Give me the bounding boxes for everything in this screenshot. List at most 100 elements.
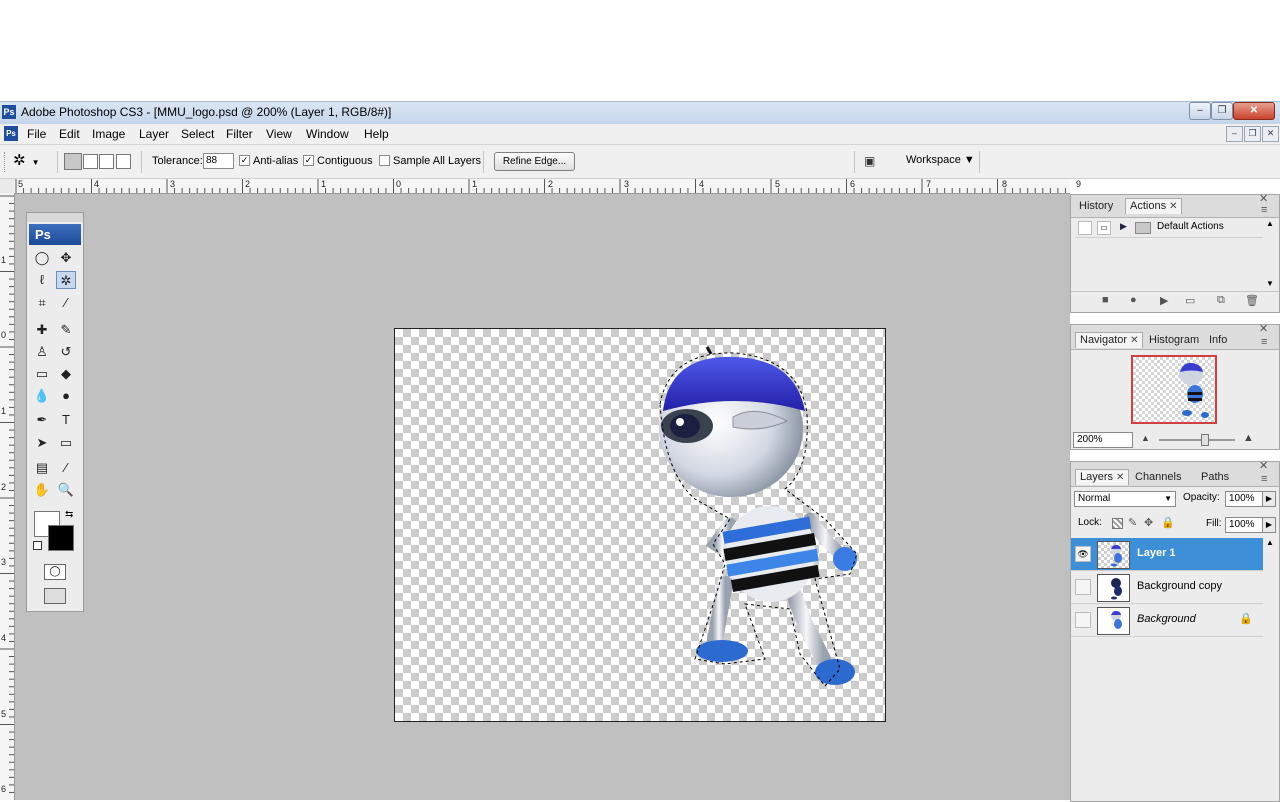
lock-pixels-icon[interactable]: ✎	[1128, 516, 1137, 529]
scroll-up-icon[interactable]: ▲	[1266, 219, 1274, 228]
dialog-toggle-icon[interactable]: ▭	[1097, 221, 1111, 235]
tab-history[interactable]: History	[1075, 199, 1117, 214]
ruler-origin[interactable]	[0, 179, 14, 193]
lasso-icon[interactable]: ℓ	[32, 271, 52, 289]
minimize-window-button[interactable]: –	[1189, 102, 1211, 120]
scroll-down-icon[interactable]: ▼	[1266, 279, 1274, 288]
close-icon[interactable]: ✕	[1116, 472, 1124, 483]
options-grip[interactable]	[4, 152, 8, 172]
clone-stamp-icon[interactable]: ♙	[32, 343, 52, 361]
layer-name[interactable]: Layer 1	[1137, 547, 1176, 559]
zoom-out-icon[interactable]: ▲	[1141, 433, 1150, 443]
expand-triangle-icon[interactable]: ▶	[1120, 221, 1127, 232]
blur-icon[interactable]: 💧	[32, 387, 52, 405]
menu-file[interactable]: File	[27, 126, 46, 142]
quick-mask-icon[interactable]: ◯	[44, 564, 66, 580]
layer-row-layer-1[interactable]: 👁 Layer 1	[1071, 538, 1263, 571]
lock-transparency-icon[interactable]	[1112, 518, 1123, 529]
tab-channels[interactable]: Channels	[1131, 470, 1185, 485]
zoom-in-icon[interactable]: ▲	[1243, 432, 1254, 444]
rectangle-shape-icon[interactable]: ▭	[56, 434, 76, 452]
screen-mode-icon[interactable]	[44, 588, 66, 604]
path-selection-icon[interactable]: ➤	[32, 434, 52, 452]
tab-paths[interactable]: Paths	[1197, 470, 1233, 485]
type-icon[interactable]: T	[56, 411, 76, 429]
layer-row-background-copy[interactable]: Background copy	[1071, 571, 1263, 604]
document-canvas[interactable]	[394, 328, 886, 722]
crop-icon[interactable]: ⌗	[32, 294, 52, 312]
document-minimize-button[interactable]: –	[1226, 126, 1243, 142]
new-action-icon[interactable]: ⧉	[1217, 294, 1225, 307]
anti-alias-checkbox[interactable]: ✓	[239, 155, 250, 166]
color-sampler-icon[interactable]: ⁄	[56, 459, 76, 477]
panel-menu-icon[interactable]: ≡	[1261, 336, 1267, 348]
blend-mode-select[interactable]: Normal ▼	[1074, 491, 1176, 507]
tool-preset-picker[interactable]: ✲ ▼	[13, 151, 51, 171]
fill-slider-arrow[interactable]: ▶	[1262, 517, 1276, 533]
history-brush-icon[interactable]: ↺	[56, 343, 76, 361]
dodge-icon[interactable]: ●	[56, 387, 76, 405]
refine-edge-button[interactable]: Refine Edge...	[494, 152, 575, 171]
scroll-up-icon[interactable]: ▲	[1266, 538, 1274, 547]
eye-icon[interactable]: 👁	[1075, 546, 1091, 562]
navigator-preview[interactable]	[1131, 355, 1217, 424]
horizontal-ruler[interactable]: 5 4 3 2 1 0 1 2 3 4 5 6 7 8 9	[14, 179, 1081, 194]
bridge-icon[interactable]: ▣	[864, 153, 886, 170]
close-icon[interactable]: ✕	[1259, 459, 1268, 472]
vertical-ruler[interactable]: 1 0 1 2 3 4 5 6	[0, 193, 15, 800]
workspace-menu-button[interactable]: Workspace ▼	[906, 154, 975, 166]
menu-filter[interactable]: Filter	[226, 126, 253, 142]
tab-info[interactable]: Info	[1205, 333, 1231, 348]
lock-all-icon[interactable]: 🔒	[1161, 516, 1175, 529]
contiguous-checkbox[interactable]: ✓	[303, 155, 314, 166]
menu-image[interactable]: Image	[92, 126, 125, 142]
intersect-selection-icon[interactable]	[116, 154, 131, 169]
move-icon[interactable]: ✥	[56, 249, 76, 267]
new-set-icon[interactable]: ▭	[1185, 294, 1195, 307]
brush-icon[interactable]: ✎	[56, 321, 76, 339]
toggle-item-checkbox[interactable]	[1078, 221, 1092, 235]
sample-all-layers-checkbox[interactable]	[379, 155, 390, 166]
action-set-row[interactable]: ▭ ▶ Default Actions	[1075, 219, 1263, 238]
layers-scrollbar[interactable]: ▲	[1264, 538, 1276, 638]
toolbox-header[interactable]: Ps	[29, 224, 81, 245]
notes-icon[interactable]: ▤	[32, 459, 52, 477]
menu-view[interactable]: View	[266, 126, 292, 142]
menu-select[interactable]: Select	[181, 126, 214, 142]
layer-row-background[interactable]: Background 🔒	[1071, 604, 1263, 637]
menu-help[interactable]: Help	[364, 126, 389, 142]
document-restore-button[interactable]: ❐	[1244, 126, 1261, 142]
paint-bucket-icon[interactable]: ◆	[56, 365, 76, 383]
magic-wand-icon[interactable]: ✲	[56, 271, 76, 289]
default-colors-icon[interactable]	[33, 541, 42, 550]
toolbox-grip[interactable]	[27, 213, 83, 222]
opacity-slider-arrow[interactable]: ▶	[1262, 491, 1276, 507]
tab-actions[interactable]: Actions ✕	[1125, 198, 1183, 214]
visibility-toggle[interactable]	[1075, 579, 1091, 595]
document-close-button[interactable]: ✕	[1262, 126, 1279, 142]
tab-navigator[interactable]: Navigator ✕	[1075, 332, 1144, 348]
play-icon[interactable]: ▶	[1160, 294, 1168, 307]
add-to-selection-icon[interactable]	[83, 154, 98, 169]
zoom-input[interactable]: 200%	[1073, 432, 1133, 448]
new-selection-mode-icon[interactable]	[64, 153, 82, 170]
close-icon[interactable]: ✕	[1130, 335, 1138, 346]
trash-icon[interactable]: 🗑	[1245, 294, 1259, 307]
panel-menu-icon[interactable]: ≡	[1261, 473, 1267, 485]
eyedropper-icon[interactable]: ⁄	[56, 294, 76, 312]
close-window-button[interactable]: ✕	[1233, 102, 1275, 120]
subtract-from-selection-icon[interactable]	[99, 154, 114, 169]
fill-input[interactable]: 100%	[1225, 517, 1263, 533]
panel-menu-icon[interactable]: ≡	[1261, 204, 1267, 216]
record-icon[interactable]: ●	[1130, 294, 1137, 306]
document-ps-icon[interactable]: Ps	[4, 126, 18, 141]
zoom-slider-thumb[interactable]	[1201, 434, 1209, 446]
hand-icon[interactable]: ✋	[32, 481, 52, 499]
pen-icon[interactable]: ✒	[32, 411, 52, 429]
healing-brush-icon[interactable]: ✚	[32, 321, 52, 339]
visibility-toggle[interactable]	[1075, 612, 1091, 628]
tab-layers[interactable]: Layers ✕	[1075, 469, 1130, 485]
stop-icon[interactable]: ■	[1102, 294, 1109, 306]
menu-edit[interactable]: Edit	[59, 126, 80, 142]
layer-name[interactable]: Background	[1137, 613, 1196, 625]
